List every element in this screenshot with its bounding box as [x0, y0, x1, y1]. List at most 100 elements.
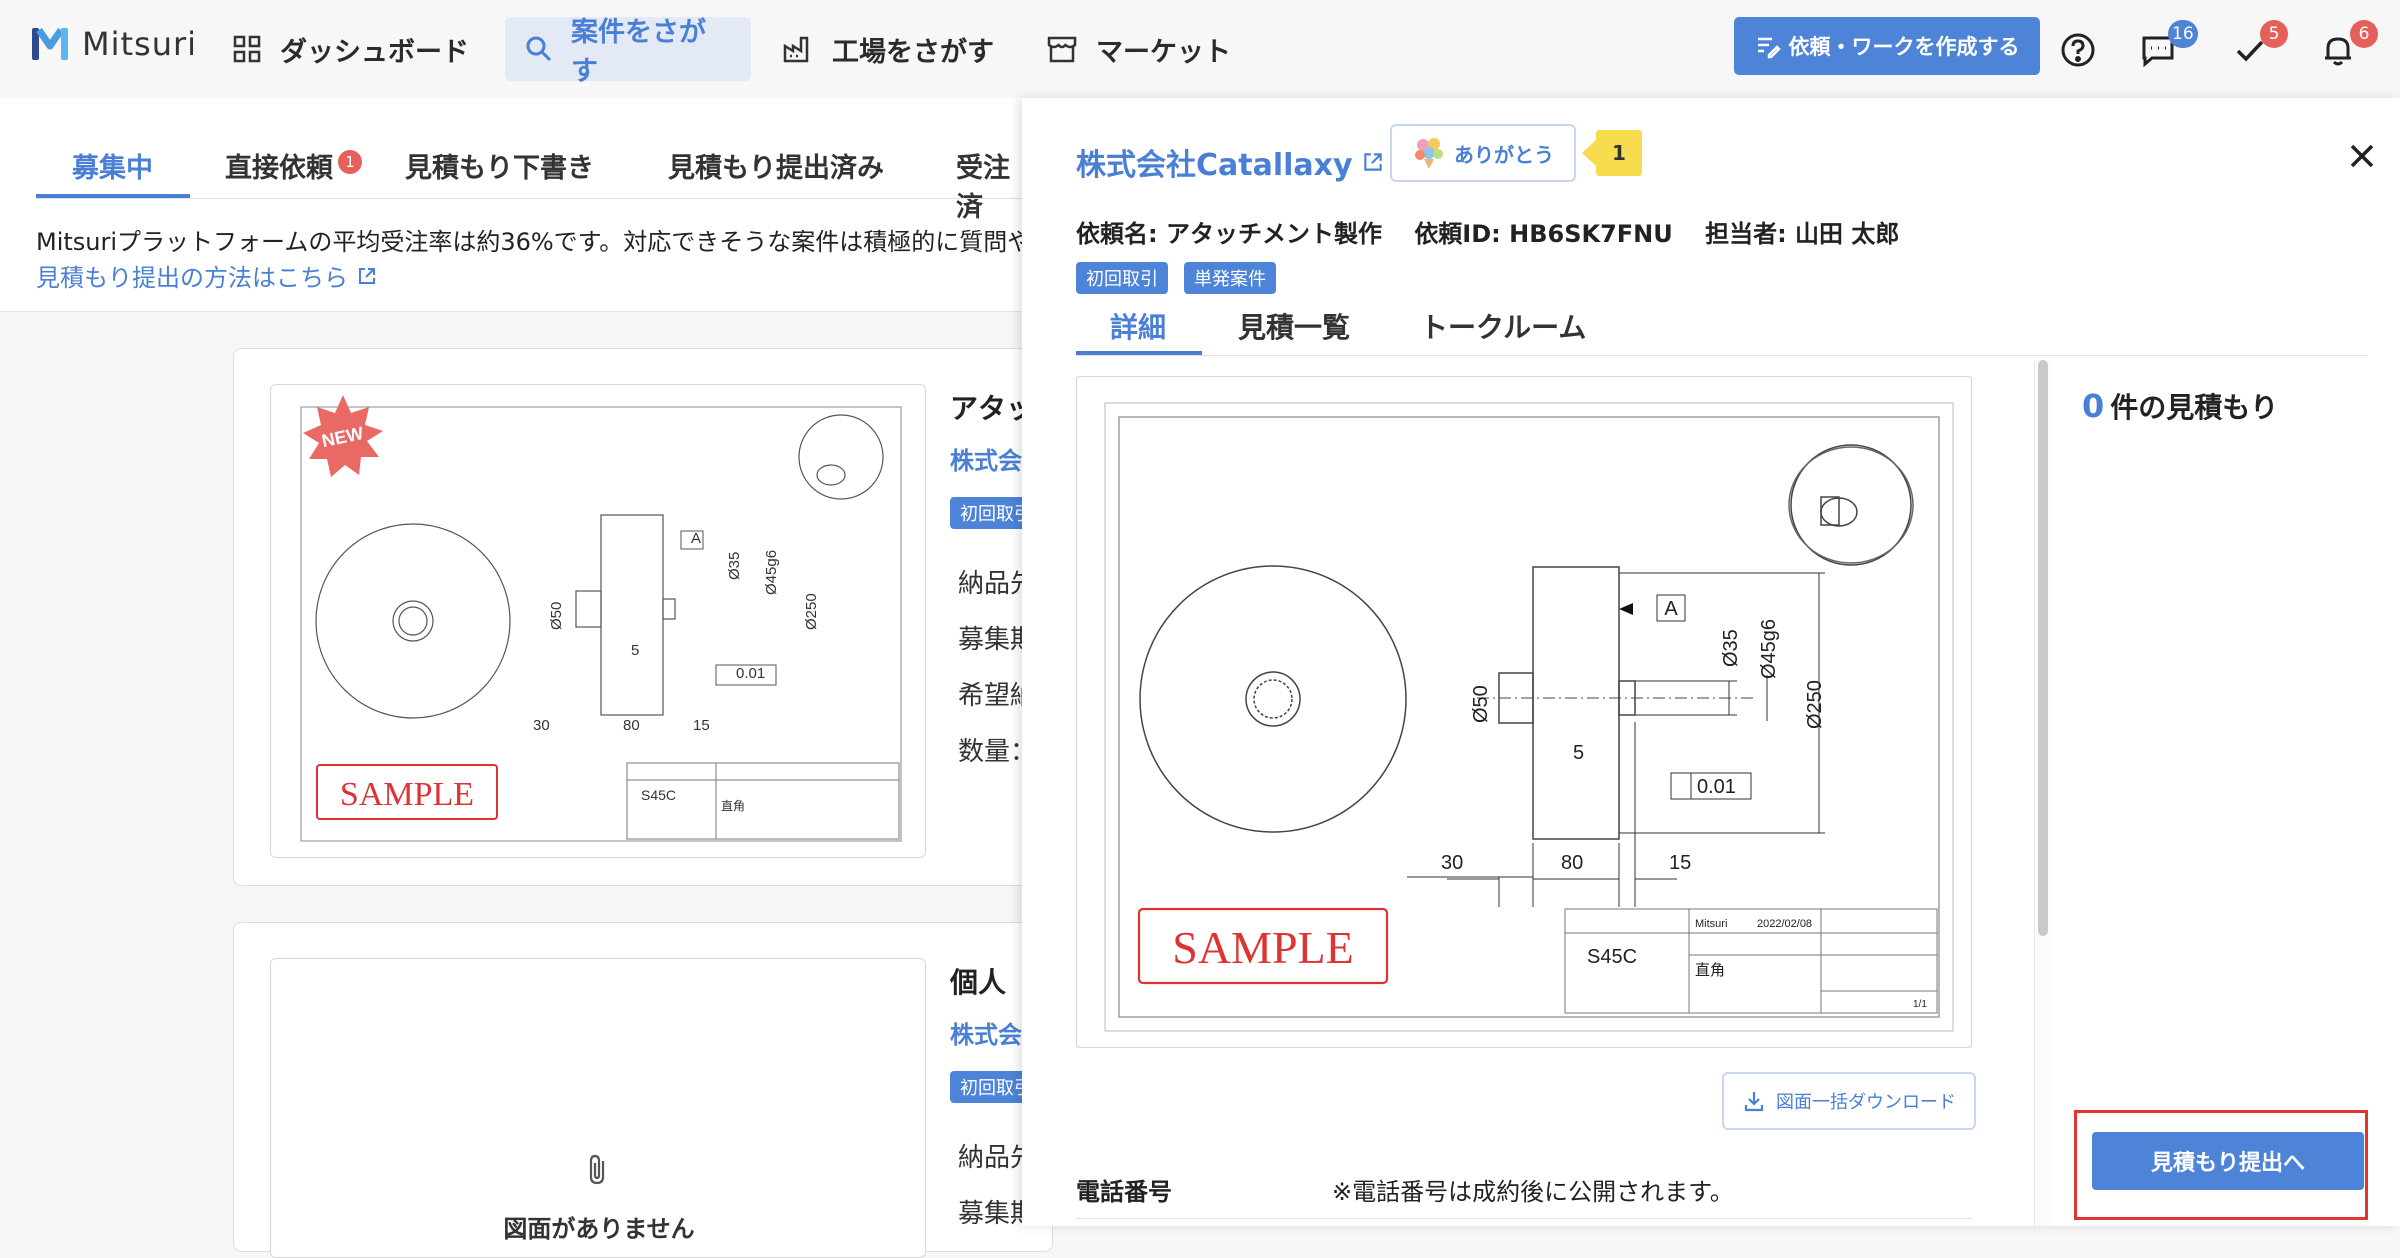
nav-find-projects-label: 案件をさがす [571, 17, 706, 87]
material-label: S45C [641, 787, 676, 803]
first-deal-tag: 初回取引 [1076, 262, 1168, 294]
project-card[interactable]: A Ø35 Ø45g6 Ø250 Ø50 5 30 80 15 0.01 S45… [233, 348, 1053, 886]
tasks-badge: 5 [2260, 20, 2288, 48]
thanks-label: ありがとう [1454, 142, 1554, 167]
created-by: Mitsuri [1695, 918, 1727, 930]
tab-quote-submitted[interactable]: 見積もり提出済み [668, 146, 884, 185]
request-name: 依頼名: アタッチメント製作 [1076, 220, 1382, 248]
project-list-pane: 募集中 直接依頼 1 見積もり下書き 見積もり提出済み 受注済 Mitsuriプ… [0, 98, 1053, 1258]
request-meta: 依頼名: アタッチメント製作 依頼ID: HB6SK7FNU 担当者: 山田 太… [1076, 214, 1923, 249]
tab-direct-request[interactable]: 直接依頼 [225, 146, 333, 185]
nav-find-factories-label: 工場をさがす [832, 36, 994, 68]
project-thumbnail[interactable]: A Ø35 Ø45g6 Ø250 Ø50 5 30 80 15 0.01 S45… [270, 384, 926, 858]
dim-30: 30 [533, 717, 550, 734]
drawing-date: 2022/02/08 [1757, 918, 1812, 930]
one-off-tag: 単発案件 [1184, 262, 1276, 294]
tab-recruiting[interactable]: 募集中 [72, 146, 153, 185]
notifications-badge: 6 [2350, 20, 2378, 48]
project-detail-panel: 株式会社Catallaxy ありがとう 1 依頼名: アタッチメント製作 依頼I… [1022, 98, 2400, 1226]
no-drawing-text: 図面がありません [503, 1215, 695, 1243]
search-icon [526, 36, 552, 62]
assignee: 担当者: 山田 太郎 [1705, 220, 1900, 248]
quote-count-number: 0 [2082, 387, 2105, 425]
tab-ordered[interactable]: 受注済 [956, 146, 1030, 224]
thanks-count: 1 [1596, 130, 1642, 176]
dim-5: 5 [631, 642, 639, 659]
tab-divider [1076, 355, 2368, 356]
external-link-icon [359, 267, 375, 284]
close-icon[interactable] [2344, 138, 2380, 174]
tolerance-value: 0.01 [1697, 776, 1736, 798]
company-link[interactable]: 株式会社Catallaxy [1076, 140, 1385, 184]
project-card[interactable]: 図面がありません 個人 株式会 初回取引 納品先 募集期 [233, 922, 1053, 1258]
store-icon [1047, 36, 1077, 63]
nav-dashboard[interactable]: ダッシュボード [212, 17, 489, 81]
nav-market[interactable]: マーケット [1026, 17, 1251, 81]
download-drawings-label: 図面一括ダウンロード [1776, 1092, 1956, 1113]
drawing-preview[interactable]: A Ø35 Ø45g6 Ø250 Ø50 5 30 80 15 0.01 S45… [1076, 376, 1972, 1048]
edit-list-icon [1757, 37, 1781, 59]
info-text: Mitsuriプラットフォームの平均受注率は約36%です。対応できそうな案件は積… [36, 228, 1032, 256]
tab-direct-request-label: 直接依頼 [225, 153, 333, 184]
how-to-quote-link[interactable]: 見積もり提出の方法はこちら [36, 258, 378, 293]
tab-divider [36, 198, 1030, 199]
project-thumbnail-empty: 図面がありません [270, 958, 926, 1258]
nav-dashboard-label: ダッシュボード [280, 36, 469, 68]
dim-d250: Ø250 [1804, 680, 1826, 729]
top-navigation: Mitsuri ダッシュボード 案件をさがす 工場をさがす マーケット 依頼・ワ… [0, 0, 2400, 98]
direct-request-badge: 1 [338, 150, 362, 174]
tab-talk-room[interactable]: トークルーム [1420, 306, 1586, 346]
external-link-icon [1363, 153, 1382, 171]
tab-quote-list[interactable]: 見積一覧 [1238, 306, 1350, 346]
project-title: 個人 [950, 966, 1007, 999]
company-name: 株式会社Catallaxy [1076, 148, 1353, 183]
technical-drawing-thumbnail: A Ø35 Ø45g6 Ø250 Ø50 5 30 80 15 0.01 S45… [300, 395, 902, 842]
dim-d35: Ø35 [1720, 629, 1742, 667]
quote-count-text: 件の見積もり [2110, 391, 2279, 424]
scrollbar-thumb[interactable] [2038, 360, 2048, 936]
row-divider [1076, 1218, 1972, 1219]
dim-d50: Ø50 [548, 602, 565, 630]
thanks-button[interactable]: ありがとう [1390, 124, 1576, 182]
flower-bouquet-icon [1415, 138, 1443, 169]
help-icon[interactable] [2058, 30, 2098, 70]
dim-15: 15 [1669, 852, 1691, 874]
logo-text: Mitsuri [82, 25, 198, 63]
grid-icon [233, 35, 261, 63]
submit-quote-button[interactable]: 見積もり提出へ [2092, 1132, 2364, 1190]
datum-label: A [1664, 598, 1678, 620]
project-company[interactable]: 株式会 [950, 441, 1022, 476]
dim-d50: Ø50 [1470, 685, 1492, 723]
drawing-title: 直角 [1695, 962, 1725, 979]
technical-drawing: A Ø35 Ø45g6 Ø250 Ø50 5 30 80 15 0.01 S45… [1104, 402, 1954, 1032]
dim-d35: Ø35 [726, 552, 743, 580]
download-icon [1744, 1092, 1764, 1112]
nav-find-projects[interactable]: 案件をさがす [505, 17, 751, 87]
drawing-title: 直角 [721, 799, 745, 813]
dim-80: 80 [1561, 852, 1583, 874]
factory-icon [783, 36, 809, 63]
sample-stamp: SAMPLE [340, 776, 474, 813]
phone-value: ※電話番号は成約後に公開されます。 [1332, 1178, 1734, 1206]
create-request-label: 依頼・ワークを作成する [1788, 35, 2020, 59]
dim-80: 80 [623, 717, 640, 734]
datum-label: A [691, 530, 701, 547]
mitsuri-logo-icon [32, 28, 68, 60]
nav-find-factories[interactable]: 工場をさがす [762, 17, 1014, 81]
logo[interactable]: Mitsuri [30, 24, 197, 64]
download-drawings-button[interactable]: 図面一括ダウンロード [1722, 1072, 1976, 1130]
request-id: 依頼ID: HB6SK7FNU [1414, 220, 1673, 248]
tab-quote-draft[interactable]: 見積もり下書き [405, 146, 594, 185]
material-label: S45C [1587, 946, 1637, 968]
create-request-button[interactable]: 依頼・ワークを作成する [1734, 17, 2040, 75]
dim-30: 30 [1441, 852, 1463, 874]
messages-badge: 16 [2168, 20, 2198, 48]
quote-count: 0 件の見積もり [2082, 386, 2278, 426]
sheet-number: 1/1 [1913, 999, 1927, 1010]
list-header: 募集中 直接依頼 1 見積もり下書き 見積もり提出済み 受注済 Mitsuriプ… [0, 98, 1032, 312]
dim-15: 15 [693, 717, 710, 734]
project-company[interactable]: 株式会 [950, 1015, 1022, 1050]
tab-details[interactable]: 詳細 [1110, 306, 1166, 346]
thanks-count-pointer [1582, 140, 1596, 166]
nav-market-label: マーケット [1096, 36, 1231, 68]
